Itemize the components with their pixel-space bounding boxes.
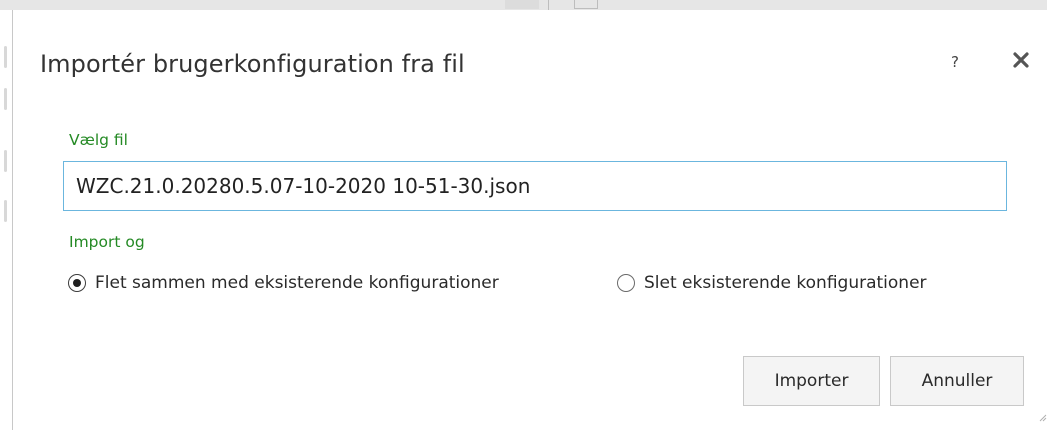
background-edge-mark <box>4 200 7 222</box>
help-button[interactable]: ? <box>945 50 965 74</box>
cancel-button[interactable]: Annuller <box>890 356 1024 406</box>
file-path-input[interactable] <box>63 161 1007 211</box>
radio-delete-option[interactable]: Slet eksisterende konfigurationer <box>617 268 927 298</box>
radio-merge-button[interactable] <box>68 274 86 292</box>
close-button[interactable] <box>1009 48 1033 72</box>
background-control <box>574 0 598 9</box>
radio-merge-label: Flet sammen med eksisterende konfigurati… <box>95 273 499 293</box>
dialog-title: Importér brugerkonfiguration fra fil <box>40 50 465 78</box>
choose-file-label: Vælg fil <box>69 131 128 149</box>
background-divider <box>548 0 549 10</box>
background-edge-mark <box>4 150 7 172</box>
background-edge-mark <box>4 88 7 110</box>
import-dialog: Importér brugerkonfiguration fra fil ? V… <box>12 10 1047 430</box>
import-mode-label: Import og <box>69 233 145 251</box>
background-left-edge <box>0 10 12 430</box>
background-toolbar-strip <box>0 0 1047 10</box>
close-icon <box>1013 52 1029 68</box>
radio-delete-button[interactable] <box>617 274 635 292</box>
resize-grip-icon[interactable] <box>1037 412 1047 422</box>
import-button[interactable]: Importer <box>743 356 880 406</box>
radio-merge-option[interactable]: Flet sammen med eksisterende konfigurati… <box>68 268 499 298</box>
background-fragment <box>0 0 40 10</box>
radio-delete-label: Slet eksisterende konfigurationer <box>644 273 927 293</box>
background-edge-mark <box>4 46 7 68</box>
background-control <box>505 0 539 9</box>
